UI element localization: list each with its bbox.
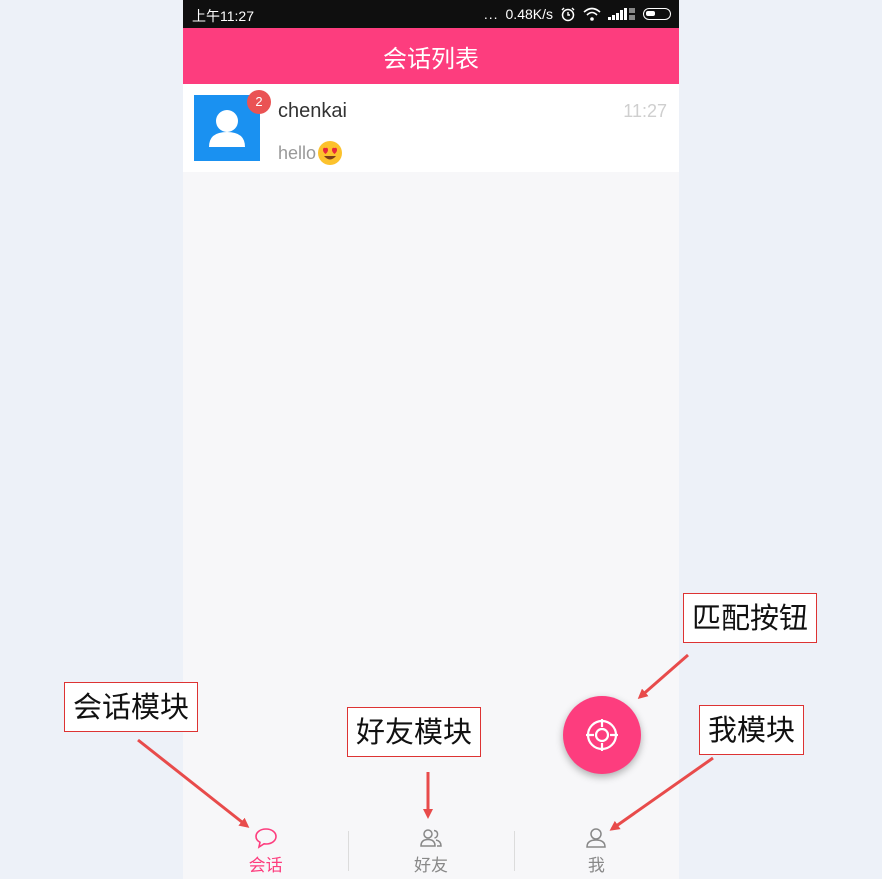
nav-label-me: 我 — [587, 856, 605, 875]
target-icon — [586, 719, 618, 751]
status-time: 上午11:27 — [192, 8, 254, 24]
status-bar: 上午11:27 ... 0.48K/s — [183, 0, 679, 28]
annotation-match-button: 匹配按钮 — [683, 593, 818, 643]
alarm-icon — [561, 7, 575, 22]
match-button[interactable] — [563, 696, 641, 774]
more-dots: ... — [483, 6, 499, 22]
annotation-conversation-module: 会话模块 — [64, 682, 199, 732]
nav-item-conversations[interactable]: 会话 — [183, 819, 348, 879]
nav-item-friends[interactable]: 好友 — [348, 819, 513, 879]
last-message-text: hello — [278, 142, 317, 163]
nav-item-me[interactable]: 我 — [513, 819, 679, 879]
chat-bubble-icon — [254, 828, 277, 849]
contact-name: chenkai — [278, 100, 347, 122]
conversation-item[interactable]: 2 chenkai 11:27 hello — [183, 84, 679, 172]
nav-label-friends: 好友 — [413, 856, 448, 875]
last-message: hello — [278, 140, 343, 166]
annotation-friends-module: 好友模块 — [347, 707, 482, 757]
battery-icon — [643, 8, 671, 20]
wifi-icon — [583, 7, 601, 21]
signal-icon — [608, 8, 635, 20]
status-indicators: ... 0.48K/s — [484, 6, 671, 22]
heart-eyes-emoji-icon — [318, 141, 343, 165]
person-icon — [586, 828, 607, 848]
friends-icon — [420, 829, 442, 847]
page-title: 会话列表 — [383, 45, 479, 73]
annotation-me-module: 我模块 — [699, 705, 805, 755]
bottom-nav: 会话 好友 我 — [183, 819, 679, 879]
unread-badge: 2 — [247, 90, 271, 114]
page-title-bar: 会话列表 — [183, 28, 679, 84]
nav-label-conversations: 会话 — [248, 856, 283, 875]
conversation-list: 2 chenkai 11:27 hello — [183, 84, 679, 172]
message-time: 11:27 — [623, 101, 667, 121]
network-speed: 0.48K/s — [505, 6, 553, 22]
